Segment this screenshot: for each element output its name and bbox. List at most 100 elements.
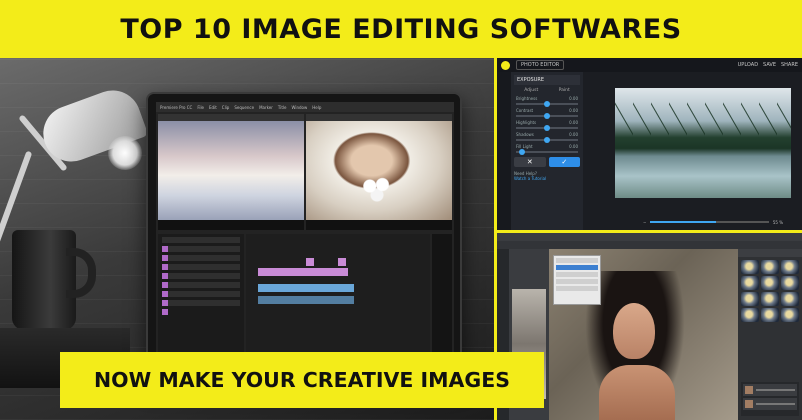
menu-marker[interactable]: Marker bbox=[259, 105, 273, 110]
zoom-out-icon[interactable]: − bbox=[643, 220, 646, 225]
zoom-value: 55 % bbox=[772, 219, 783, 225]
project-item[interactable] bbox=[162, 282, 240, 297]
source-monitor-tab[interactable] bbox=[158, 114, 304, 121]
slider-knob[interactable] bbox=[544, 101, 550, 107]
timeline-panel[interactable] bbox=[246, 234, 430, 360]
photo-canvas[interactable]: − 55 % bbox=[583, 72, 802, 230]
effects-tabs[interactable] bbox=[738, 249, 802, 257]
effect-thumbnail[interactable] bbox=[761, 260, 779, 274]
menu-item[interactable] bbox=[556, 272, 598, 277]
video-clip-marker[interactable] bbox=[306, 258, 314, 266]
bottom-banner: NOW MAKE YOUR CREATIVE IMAGES bbox=[60, 352, 544, 408]
menu-item-highlighted[interactable] bbox=[556, 265, 598, 270]
effect-thumbnail[interactable] bbox=[781, 276, 799, 290]
layer-row[interactable] bbox=[743, 398, 797, 410]
project-item[interactable] bbox=[162, 300, 240, 315]
slider-value: 0.00 bbox=[569, 108, 578, 113]
effect-thumbnail[interactable] bbox=[761, 292, 779, 306]
slider-label: Highlights bbox=[516, 120, 537, 125]
slider-value: 0.00 bbox=[569, 132, 578, 137]
menu-item[interactable] bbox=[556, 258, 598, 263]
menu-title[interactable]: Title bbox=[278, 105, 287, 110]
slider-track[interactable] bbox=[516, 137, 578, 143]
slider-track[interactable] bbox=[516, 149, 578, 155]
snow-scene-frame bbox=[158, 121, 304, 220]
elements-canvas[interactable] bbox=[549, 249, 738, 420]
slider-track[interactable] bbox=[516, 125, 578, 131]
zoom-control: − 55 % bbox=[643, 218, 783, 226]
video-clip-marker[interactable] bbox=[338, 258, 346, 266]
slider-highlights: Highlights 0.00 bbox=[516, 120, 578, 131]
audio-clip[interactable] bbox=[258, 284, 354, 292]
lower-panels bbox=[156, 232, 454, 362]
slider-track[interactable] bbox=[516, 101, 578, 107]
app-label[interactable]: PHOTO EDITOR bbox=[516, 60, 565, 70]
menu-clip[interactable]: Clip bbox=[222, 105, 230, 110]
tool-rail[interactable] bbox=[497, 72, 511, 230]
menu-edit[interactable]: Edit bbox=[209, 105, 217, 110]
slider-shadows: Shadows 0.00 bbox=[516, 132, 578, 143]
project-item[interactable] bbox=[162, 273, 240, 288]
slider-value: 0.00 bbox=[569, 120, 578, 125]
project-item[interactable] bbox=[162, 246, 240, 261]
project-panel bbox=[158, 234, 244, 360]
slider-track[interactable] bbox=[516, 113, 578, 119]
check-icon: ✓ bbox=[561, 158, 568, 166]
slider-knob[interactable] bbox=[544, 137, 550, 143]
headline: TOP 10 IMAGE EDITING SOFTWARES bbox=[120, 13, 682, 45]
project-item[interactable] bbox=[162, 264, 240, 279]
effect-thumbnail[interactable] bbox=[761, 308, 779, 322]
slider-knob[interactable] bbox=[519, 149, 526, 155]
photo-editor-body: EXPOSURE Adjust Paint Brightness 0.00 Con… bbox=[497, 72, 802, 230]
effect-thumbnail[interactable] bbox=[781, 292, 799, 306]
effect-thumbnail[interactable] bbox=[741, 260, 759, 274]
filter-menu[interactable] bbox=[553, 255, 601, 305]
elements-options-bar[interactable] bbox=[497, 241, 802, 249]
project-item[interactable] bbox=[162, 237, 240, 252]
panel-buttons: ✕ ✓ bbox=[514, 157, 580, 167]
menu-item[interactable] bbox=[556, 286, 598, 291]
close-icon: ✕ bbox=[526, 158, 533, 166]
slider-brightness: Brightness 0.00 bbox=[516, 96, 578, 107]
effect-thumbnail[interactable] bbox=[741, 276, 759, 290]
panel-title: EXPOSURE bbox=[514, 75, 580, 85]
save-button[interactable]: SAVE bbox=[763, 62, 776, 68]
panel-tabs: Adjust Paint bbox=[514, 88, 580, 93]
effect-thumbnail[interactable] bbox=[741, 292, 759, 306]
zoom-fill bbox=[650, 221, 716, 223]
tab-paint[interactable]: Paint bbox=[559, 88, 570, 93]
photo-editor-window: PHOTO EDITOR UPLOAD SAVE SHARE EXPOSURE … bbox=[494, 58, 802, 230]
effect-thumbnail[interactable] bbox=[741, 308, 759, 322]
app-logo-icon bbox=[501, 60, 510, 70]
program-monitor-tab[interactable] bbox=[306, 114, 452, 121]
layer-row[interactable] bbox=[743, 384, 797, 396]
share-button[interactable]: SHARE bbox=[781, 62, 798, 68]
effect-thumbnail[interactable] bbox=[781, 308, 799, 322]
cancel-button[interactable]: ✕ bbox=[514, 157, 546, 167]
slider-knob[interactable] bbox=[544, 113, 550, 119]
slider-knob[interactable] bbox=[544, 125, 550, 131]
source-monitor bbox=[158, 114, 304, 230]
menu-help[interactable]: Help bbox=[312, 105, 321, 110]
effect-thumbnail[interactable] bbox=[761, 276, 779, 290]
project-item[interactable] bbox=[162, 255, 240, 270]
menu-file[interactable]: File bbox=[197, 105, 204, 110]
menu-window[interactable]: Window bbox=[291, 105, 307, 110]
slider-contrast: Contrast 0.00 bbox=[516, 108, 578, 119]
tab-adjust[interactable]: Adjust bbox=[524, 88, 538, 93]
portrait-frame bbox=[306, 121, 452, 220]
menu-item[interactable] bbox=[556, 279, 598, 284]
tutorial-link[interactable]: Watch a Tutorial bbox=[514, 176, 580, 181]
menu-sequence[interactable]: Sequence bbox=[234, 105, 254, 110]
apply-button[interactable]: ✓ bbox=[548, 157, 580, 167]
project-item[interactable] bbox=[162, 291, 240, 306]
audio-clip[interactable] bbox=[258, 296, 354, 304]
zoom-slider[interactable] bbox=[650, 221, 769, 223]
elements-menubar[interactable] bbox=[497, 233, 802, 241]
menu-app[interactable]: Premiere Pro CC bbox=[160, 105, 192, 110]
video-clip[interactable] bbox=[258, 268, 348, 276]
upload-button[interactable]: UPLOAD bbox=[738, 62, 758, 68]
flower-bouquet bbox=[358, 174, 395, 205]
slider-fill-light: Fill Light 0.00 bbox=[516, 144, 578, 155]
effect-thumbnail[interactable] bbox=[781, 260, 799, 274]
